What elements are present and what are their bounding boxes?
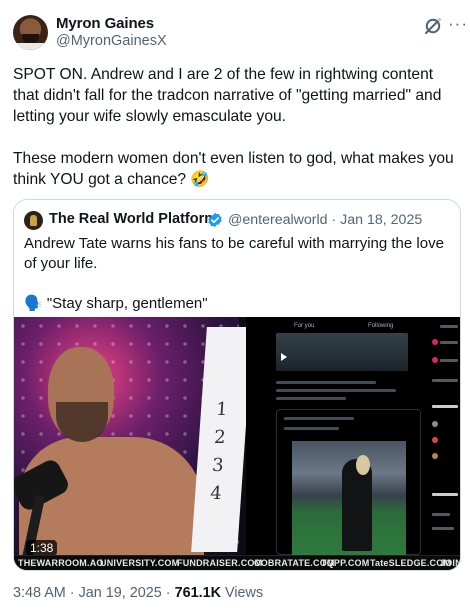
tweet-body: SPOT ON. Andrew and I are 2 of the few i… bbox=[13, 64, 459, 190]
phone-video-thumb bbox=[276, 333, 408, 371]
author-handle[interactable]: @MyronGainesX bbox=[56, 33, 167, 49]
view-count: 761.1K bbox=[174, 585, 222, 601]
quoted-author-avatar[interactable] bbox=[24, 211, 43, 230]
quoted-paragraph: Andrew Tate warns his fans to be careful… bbox=[24, 235, 444, 272]
quoted-handle-date[interactable]: @enterealworld · Jan 18, 2025 bbox=[228, 212, 422, 228]
phone-tabs: For you Following bbox=[246, 321, 428, 333]
sidebar-dot bbox=[432, 357, 438, 363]
tweet-meta: 3:48 AM · Jan 19, 2025 · 761.1K Views bbox=[13, 585, 263, 601]
phone-text-line bbox=[284, 417, 354, 420]
phone-tab: Following bbox=[368, 323, 394, 329]
sidebar-line bbox=[432, 405, 458, 408]
sidebar-dot bbox=[432, 437, 438, 443]
tweet-paragraph: These modern women don't even listen to … bbox=[13, 150, 454, 188]
couple-hair bbox=[356, 455, 370, 475]
quoted-tweet[interactable]: The Real World Platform @enterealworld ·… bbox=[13, 199, 461, 571]
ticker-item: THEWARROOM.AO bbox=[18, 558, 104, 568]
more-options-icon[interactable]: ··· bbox=[448, 14, 468, 34]
video-ticker: THEWARROOM.AO UNIVERSITY.COM FUNDRAISER.… bbox=[14, 555, 460, 570]
ticker-item: FUNDRAISER.COM bbox=[177, 558, 263, 568]
phone-sidebar bbox=[428, 317, 460, 555]
ticker-item: UNIVERSITY.COM bbox=[100, 558, 180, 568]
sidebar-dot bbox=[432, 421, 438, 427]
sidebar-line bbox=[440, 341, 458, 344]
quoted-text: Andrew Tate warns his fans to be careful… bbox=[24, 234, 452, 314]
verified-badge-icon bbox=[208, 212, 222, 228]
video-player[interactable]: 1 2 3 4 For you Following 1:38 THEWARROO… bbox=[14, 317, 460, 570]
avatar-shirt bbox=[13, 43, 48, 50]
sidebar-line bbox=[440, 325, 458, 328]
video-duration: 1:38 bbox=[26, 540, 58, 556]
quoted-paragraph: 🗣️ "Stay sharp, gentlemen" bbox=[24, 295, 208, 312]
phone-screen-overlay: For you Following bbox=[246, 317, 428, 555]
tweet-paragraph: SPOT ON. Andrew and I are 2 of the few i… bbox=[13, 66, 442, 125]
phone-tab: For you bbox=[294, 323, 315, 329]
sidebar-line bbox=[432, 379, 458, 382]
ticker-item: TQPP.COM bbox=[321, 558, 370, 568]
sidebar-line bbox=[432, 493, 458, 496]
sidebar-line bbox=[432, 513, 450, 516]
board-number: 4 bbox=[209, 483, 223, 504]
tweet-header: Myron Gaines @MyronGainesX ··· bbox=[13, 14, 467, 54]
phone-text-line bbox=[284, 427, 339, 430]
tweet-timestamp[interactable]: 3:48 AM · Jan 19, 2025 · bbox=[13, 585, 171, 601]
author-name[interactable]: Myron Gaines bbox=[56, 15, 154, 32]
sidebar-line bbox=[440, 359, 458, 362]
sidebar-dot bbox=[432, 339, 438, 345]
board-number: 2 bbox=[213, 427, 227, 448]
couple-silhouette bbox=[342, 459, 372, 551]
sidebar-dot bbox=[432, 453, 438, 459]
sidebar-line bbox=[432, 527, 454, 530]
quoted-author-name[interactable]: The Real World Platform bbox=[49, 211, 217, 227]
views-label: Views bbox=[225, 585, 264, 601]
ticker-item: TateSLEDGE.COM bbox=[370, 558, 452, 568]
author-avatar[interactable] bbox=[13, 15, 48, 50]
phone-text-line bbox=[276, 397, 346, 400]
grok-icon[interactable] bbox=[423, 16, 443, 36]
phone-text-line bbox=[276, 381, 376, 384]
play-icon bbox=[281, 353, 287, 361]
board-number: 3 bbox=[211, 455, 225, 476]
phone-text-line bbox=[276, 389, 396, 392]
ticker-item: JOIN bbox=[440, 558, 460, 568]
board-number: 1 bbox=[215, 399, 229, 420]
